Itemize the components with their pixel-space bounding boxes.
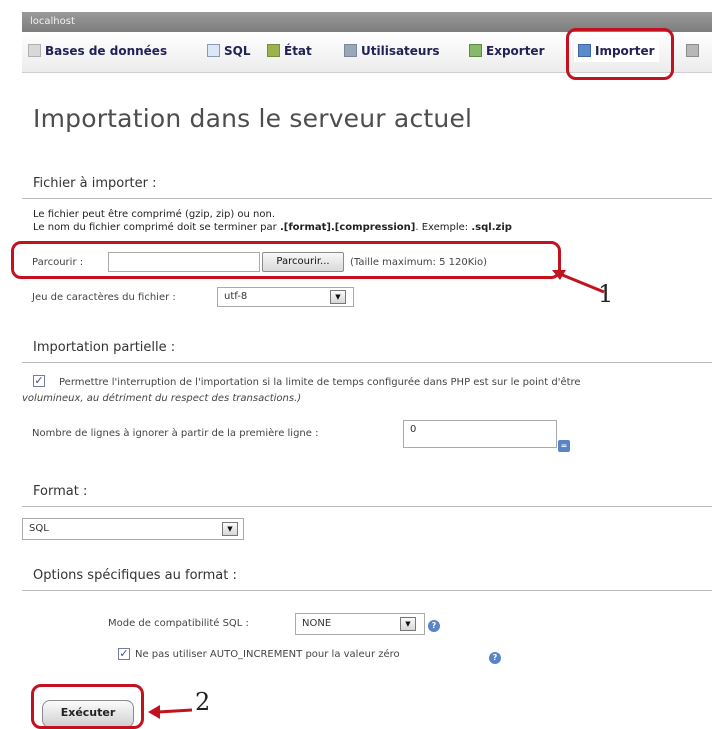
- compat-dropdown-icon[interactable]: ▼: [400, 617, 416, 631]
- users-icon: [344, 44, 357, 57]
- compat-label: Mode de compatibilité SQL :: [108, 618, 249, 629]
- auto-increment-checkbox[interactable]: ✓: [118, 648, 130, 660]
- skip-lines-spinner-icon[interactable]: =: [558, 440, 570, 452]
- export-icon: [469, 44, 482, 57]
- status-icon: [267, 44, 280, 57]
- tab-more[interactable]: [686, 40, 703, 62]
- options-section-heading: Options spécifiques au format :: [33, 568, 237, 583]
- annotation-2: 2: [195, 688, 211, 716]
- format-dropdown-icon[interactable]: ▼: [222, 522, 238, 536]
- page-title: Importation dans le serveur actuel: [33, 104, 473, 133]
- sql-icon: [207, 44, 220, 57]
- tab-users[interactable]: Utilisateurs: [344, 40, 440, 62]
- skip-lines-label: Nombre de lignes à ignorer à partir de l…: [32, 428, 319, 439]
- wrench-icon: [686, 44, 699, 57]
- format-select[interactable]: SQL: [22, 518, 244, 540]
- charset-dropdown-icon[interactable]: ▼: [330, 290, 346, 304]
- format-section-header: Format :: [22, 484, 712, 507]
- format-section-heading: Format :: [33, 484, 88, 499]
- partial-section-heading: Importation partielle :: [33, 340, 176, 355]
- file-hint-line1: Le fichier peut être comprimé (gzip, zip…: [33, 209, 276, 220]
- auto-increment-help-icon[interactable]: ?: [489, 652, 501, 664]
- browse-highlight: [11, 241, 561, 279]
- tab-sql[interactable]: SQL: [207, 40, 251, 62]
- charset-label: Jeu de caractères du fichier :: [32, 292, 176, 303]
- tab-databases[interactable]: Bases de données: [28, 40, 167, 62]
- annotation-1: 1: [598, 280, 614, 308]
- interrupt-checkbox[interactable]: ✓: [33, 375, 45, 387]
- skip-lines-input[interactable]: 0: [403, 420, 557, 448]
- tab-status[interactable]: État: [267, 40, 312, 62]
- options-section-header: Options spécifiques au format :: [22, 568, 712, 591]
- compat-help-icon[interactable]: ?: [428, 620, 440, 632]
- file-section-heading: Fichier à importer :: [33, 176, 157, 191]
- partial-section-header: Importation partielle :: [22, 340, 712, 363]
- tab-export[interactable]: Exporter: [469, 40, 544, 62]
- auto-increment-label: Ne pas utiliser AUTO_INCREMENT pour la v…: [135, 649, 400, 660]
- database-icon: [28, 44, 41, 57]
- file-section-header: Fichier à importer :: [22, 176, 712, 199]
- arrow-2: [148, 705, 193, 719]
- interrupt-text: Permettre l'interruption de l'importatio…: [59, 377, 581, 388]
- server-name[interactable]: localhost: [30, 16, 75, 27]
- import-tab-highlight: [566, 28, 674, 80]
- file-hint-line2: Le nom du fichier comprimé doit se termi…: [33, 222, 512, 233]
- execute-highlight: [31, 684, 144, 729]
- interrupt-text-continued: volumineux, au détriment du respect des …: [22, 393, 302, 404]
